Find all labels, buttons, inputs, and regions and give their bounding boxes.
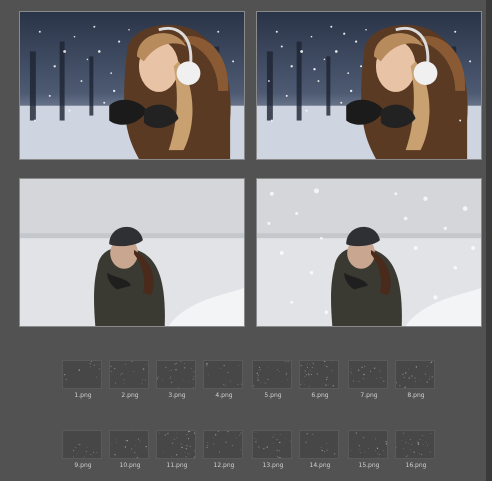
file-name: 14.png bbox=[309, 462, 331, 469]
photo-icon bbox=[257, 179, 481, 326]
file-name: 10.png bbox=[119, 462, 141, 469]
photo-icon bbox=[20, 179, 244, 326]
file-name: 11.png bbox=[166, 462, 188, 469]
file-thumbnail[interactable]: 6.png bbox=[297, 360, 345, 406]
file-thumbnail[interactable]: 13.png bbox=[250, 430, 298, 476]
file-thumbnail[interactable]: 16.png bbox=[393, 430, 441, 476]
file-thumbnail[interactable]: 5.png bbox=[250, 360, 298, 406]
preview-photo-3 bbox=[19, 178, 245, 327]
file-name: 6.png bbox=[311, 392, 329, 399]
scrollbar-track[interactable] bbox=[486, 0, 492, 481]
preview-photo-4 bbox=[256, 178, 482, 327]
file-thumbnail[interactable]: 2.png bbox=[107, 360, 155, 406]
file-name: 13.png bbox=[262, 462, 284, 469]
image-icon bbox=[395, 360, 435, 389]
file-name: 12.png bbox=[213, 462, 235, 469]
photo-icon bbox=[257, 12, 481, 159]
file-name: 2.png bbox=[121, 392, 139, 399]
image-icon bbox=[62, 360, 102, 389]
file-name: 1.png bbox=[74, 392, 92, 399]
photo-icon bbox=[20, 12, 244, 159]
file-name: 8.png bbox=[407, 392, 425, 399]
file-thumbnail[interactable]: 1.png bbox=[60, 360, 108, 406]
file-name: 9.png bbox=[74, 462, 92, 469]
file-thumbnail[interactable]: 11.png bbox=[154, 430, 202, 476]
file-thumbnail[interactable]: 12.png bbox=[201, 430, 249, 476]
image-icon bbox=[252, 360, 292, 389]
file-thumbnail[interactable]: 7.png bbox=[346, 360, 394, 406]
image-icon bbox=[156, 360, 196, 389]
image-icon bbox=[299, 430, 339, 459]
image-icon bbox=[348, 360, 388, 389]
image-icon bbox=[62, 430, 102, 459]
file-thumbnail[interactable]: 4.png bbox=[201, 360, 249, 406]
image-icon bbox=[109, 360, 149, 389]
file-name: 5.png bbox=[264, 392, 282, 399]
image-icon bbox=[203, 360, 243, 389]
file-name: 4.png bbox=[215, 392, 233, 399]
file-thumbnail[interactable]: 10.png bbox=[107, 430, 155, 476]
preview-photo-1 bbox=[19, 11, 245, 160]
file-name: 3.png bbox=[168, 392, 186, 399]
file-thumbnail[interactable]: 3.png bbox=[154, 360, 202, 406]
image-icon bbox=[348, 430, 388, 459]
file-thumbnail[interactable]: 8.png bbox=[393, 360, 441, 406]
image-icon bbox=[203, 430, 243, 459]
file-thumbnail[interactable]: 9.png bbox=[60, 430, 108, 476]
file-thumbnail[interactable]: 14.png bbox=[297, 430, 345, 476]
file-name: 7.png bbox=[360, 392, 378, 399]
image-icon bbox=[109, 430, 149, 459]
image-icon bbox=[156, 430, 196, 459]
file-name: 16.png bbox=[405, 462, 427, 469]
file-thumbnail[interactable]: 15.png bbox=[346, 430, 394, 476]
image-icon bbox=[395, 430, 435, 459]
file-name: 15.png bbox=[358, 462, 380, 469]
image-icon bbox=[299, 360, 339, 389]
image-icon bbox=[252, 430, 292, 459]
preview-photo-2 bbox=[256, 11, 482, 160]
